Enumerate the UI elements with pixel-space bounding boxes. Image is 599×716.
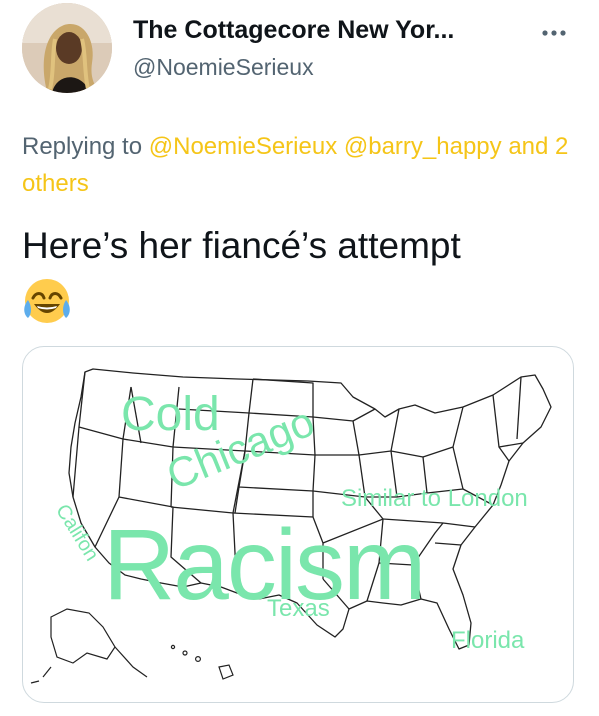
map-label-similar-to-london: Similar to London — [341, 485, 528, 512]
author-display-name[interactable]: The Cottagecore New Yor... — [133, 16, 454, 45]
profile-photo — [22, 3, 112, 93]
avatar[interactable] — [22, 3, 112, 93]
more-options-icon[interactable] — [533, 18, 575, 48]
face-with-tears-of-joy-icon — [22, 276, 72, 326]
author-handle[interactable]: @NoemieSerieux — [133, 54, 314, 81]
map-label-florida: Florida — [451, 627, 525, 654]
tweet-text: Here’s her fiancé’s attempt — [22, 225, 461, 266]
map-label-cold: Cold — [121, 388, 220, 441]
map-label-racism: Racism — [103, 509, 426, 621]
replying-to-label: Replying to — [22, 133, 143, 160]
map-label-texas: Texas — [267, 595, 330, 622]
replying-to-line: Replying to @NoemieSerieux @barry_happy … — [22, 128, 582, 202]
mention-barry-happy[interactable]: @barry_happy — [344, 133, 502, 160]
mention-noemieserieux[interactable]: @NoemieSerieux — [149, 133, 337, 160]
media-card[interactable]: Cold Chicago Similar to London Califon R… — [22, 346, 574, 703]
